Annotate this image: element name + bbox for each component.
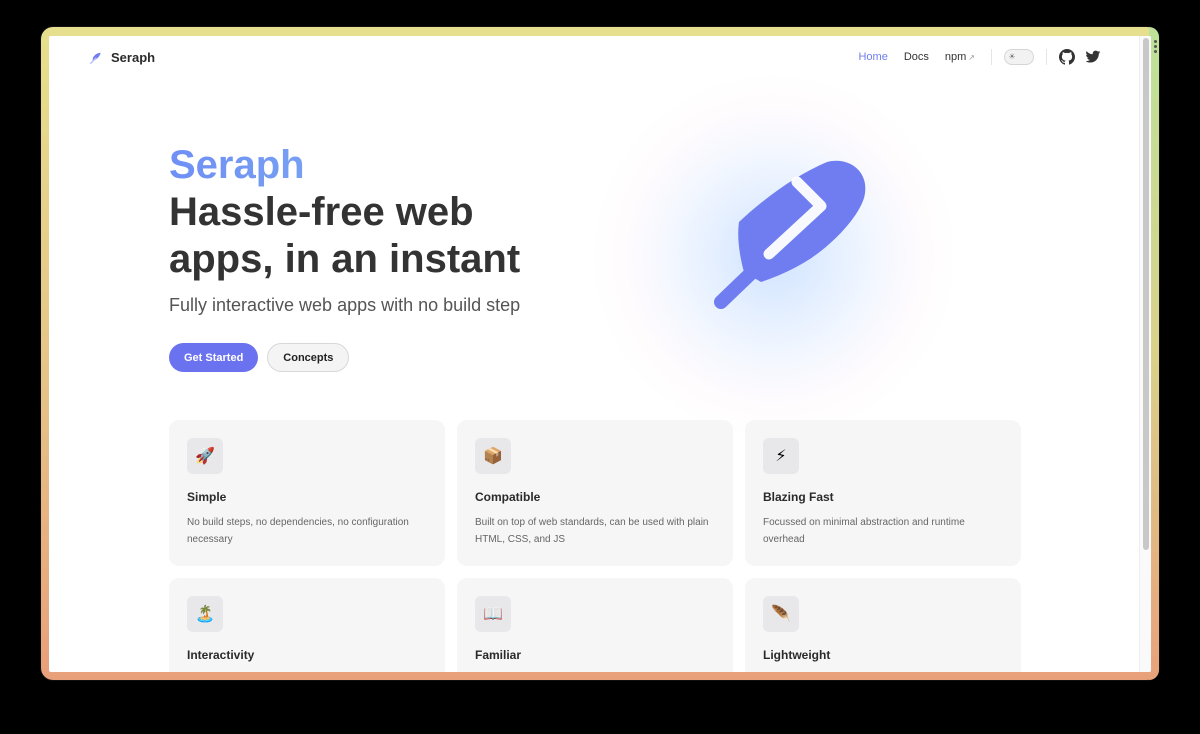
feature-title: Simple [187, 490, 227, 504]
feature-grid: 🚀 Simple No build steps, no dependencies… [169, 420, 1021, 672]
nav-link-home[interactable]: Home [858, 51, 887, 63]
theme-toggle[interactable]: ☀ [1004, 49, 1034, 65]
feature-card-blazing-fast: ⚡ Blazing Fast Focussed on minimal abstr… [745, 420, 1021, 566]
hero-headline: Hassle-free web apps, in an instant [169, 190, 521, 281]
feature-card-lightweight: 🪶 Lightweight [745, 578, 1021, 672]
feature-title: Interactivity [187, 648, 255, 662]
feature-card-compatible: 📦 Compatible Built on top of web standar… [457, 420, 733, 566]
feather-logo-icon [90, 52, 101, 64]
lightning-icon: ⚡ [763, 438, 799, 474]
feature-title: Lightweight [763, 648, 831, 662]
feature-title: Compatible [475, 490, 541, 504]
get-started-button[interactable]: Get Started [169, 343, 259, 372]
github-icon[interactable] [1059, 49, 1075, 65]
twitter-icon[interactable] [1085, 49, 1101, 65]
sun-icon: ☀ [1008, 52, 1016, 61]
nav-link-docs[interactable]: Docs [904, 51, 929, 63]
feature-desc: Focussed on minimal abstraction and runt… [763, 517, 965, 545]
scrollbar[interactable] [1139, 36, 1151, 672]
feature-card-familiar: 📖 Familiar [457, 578, 733, 672]
hero-actions: Get Started Concepts [169, 343, 350, 372]
nav-link-npm-label: npm [944, 51, 967, 63]
hero-brand: Seraph [169, 141, 589, 189]
concepts-button[interactable]: Concepts [267, 343, 350, 372]
external-link-icon: ↗ [968, 53, 975, 62]
brand[interactable]: Seraph [89, 50, 155, 65]
feature-card-interactivity: 🏝️ Interactivity [169, 578, 445, 672]
hero-title: Seraph Hassle-free web apps, in an insta… [169, 141, 589, 283]
feature-card-simple: 🚀 Simple No build steps, no dependencies… [169, 420, 445, 566]
feature-desc: Built on top of web standards, can be us… [475, 517, 709, 545]
nav-links: Home Docs npm ↗ ☀ [858, 49, 1139, 65]
nav-divider [991, 49, 992, 65]
hero-subtitle: Fully interactive web apps with no build… [169, 295, 521, 315]
scrollbar-thumb[interactable] [1143, 38, 1149, 550]
window-menu-icon[interactable] [1154, 40, 1157, 55]
feather-logo [714, 160, 866, 309]
browser-window: Seraph Home Docs npm ↗ ☀ Seraph Hassle-fr… [49, 36, 1151, 672]
brand-name: Seraph [111, 50, 156, 65]
feature-title: Blazing Fast [763, 490, 834, 504]
nav-link-npm[interactable]: npm ↗ [945, 51, 975, 63]
book-icon: 📖 [475, 596, 511, 632]
island-icon: 🏝️ [187, 596, 223, 632]
package-icon: 📦 [475, 438, 511, 474]
feather-icon: 🪶 [763, 596, 799, 632]
feature-title: Familiar [475, 648, 522, 662]
nav-divider [1046, 49, 1047, 65]
rocket-icon: 🚀 [187, 438, 223, 474]
feature-desc: No build steps, no dependencies, no conf… [187, 517, 409, 545]
top-nav: Seraph Home Docs npm ↗ ☀ [49, 36, 1139, 82]
